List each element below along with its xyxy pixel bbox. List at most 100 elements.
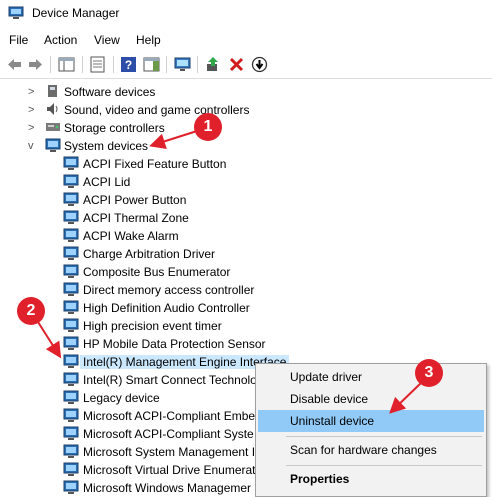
system-device-item[interactable]: Direct memory access controller [0,281,492,299]
menu-item-label: Properties [290,472,350,486]
annotation-badge-2: 2 [17,297,45,325]
speaker-icon [47,103,58,115]
enable-device-icon[interactable] [251,56,268,73]
system-device-label: Microsoft ACPI-Compliant Syste [83,427,254,441]
system-device-label: HP Mobile Data Protection Sensor [83,337,266,351]
system-device-item[interactable]: High precision event timer [0,317,492,335]
system-device-label: ACPI Thermal Zone [83,211,189,225]
system-device-icon [63,354,79,368]
menu-action[interactable]: Action [44,33,77,47]
tree-category-label: Software devices [64,85,156,99]
system-device-icon [63,282,79,296]
system-device-icon [63,318,79,332]
system-device-icon [63,426,79,440]
context-menu: Update driver Disable device Uninstall d… [255,363,487,497]
system-device-label: Microsoft System Management I [83,445,256,459]
system-device-icon [63,174,79,188]
system-device-icon [63,156,79,170]
system-device-icon [63,480,79,494]
system-device-label: Legacy device [83,391,160,405]
update-driver-icon[interactable] [205,56,222,73]
system-device-label: ACPI Fixed Feature Button [83,157,227,171]
system-device-label: Microsoft ACPI-Compliant Embe [83,409,256,423]
system-device-item[interactable]: Composite Bus Enumerator [0,263,492,281]
menu-view[interactable]: View [94,33,120,47]
tree-category-label: Sound, video and game controllers [64,103,250,117]
system-device-label: High precision event timer [83,319,222,333]
expand-chevron-icon[interactable]: > [28,104,38,116]
system-device-label: ACPI Lid [83,175,131,189]
menu-item-properties[interactable]: Properties [258,468,484,490]
system-device-item[interactable]: ACPI Thermal Zone [0,209,492,227]
tree-category-label: System devices [64,139,149,153]
system-device-icon [63,462,79,476]
action-pane-icon[interactable] [143,56,160,73]
tree-category-label: Storage controllers [64,121,165,135]
menu-separator [286,465,482,466]
system-device-label: Charge Arbitration Driver [83,247,216,261]
svg-text:?: ? [125,58,132,72]
title-bar: Device Manager [0,0,492,28]
help-icon[interactable]: ? [120,56,137,73]
system-device-icon [63,408,79,422]
system-device-label: ACPI Power Button [83,193,187,207]
annotation-badge-1: 1 [194,113,222,141]
system-device-icon [63,192,79,206]
menu-separator [286,436,482,437]
menu-item-label: Disable device [290,392,369,406]
expand-chevron-icon[interactable]: > [28,122,38,134]
system-device-item[interactable]: Charge Arbitration Driver [0,245,492,263]
system-device-label: Composite Bus Enumerator [83,265,231,279]
system-device-icon [63,390,79,404]
storage-controller-icon [46,123,60,131]
system-device-icon [63,210,79,224]
window-title: Device Manager [32,6,120,20]
menu-help[interactable]: Help [136,33,161,47]
system-device-icon [63,264,79,278]
system-device-item[interactable]: ACPI Power Button [0,191,492,209]
tree-category-software-devices[interactable]: > Software devices [0,83,492,101]
tree-category-system-devices[interactable]: v System devices [0,137,492,155]
system-device-icon [63,336,79,350]
system-device-icon [63,444,79,458]
expand-chevron-icon[interactable]: > [28,86,38,98]
system-device-item[interactable]: ACPI Fixed Feature Button [0,155,492,173]
back-arrow-icon[interactable] [6,56,23,73]
menu-file[interactable]: File [9,33,28,47]
system-device-icon [63,372,79,386]
menu-item-label: Uninstall device [290,414,375,428]
menu-bar: File Action View Help [0,29,492,51]
system-devices-icon [45,138,61,152]
menu-item-label: Scan for hardware changes [290,443,437,457]
toolbar: ? [0,51,492,79]
tree-category-storage-controllers[interactable]: > Storage controllers [0,119,492,137]
device-manager-icon [8,6,24,19]
tree-category-sound-video-game[interactable]: > Sound, video and game controllers [0,101,492,119]
system-device-item[interactable]: ACPI Lid [0,173,492,191]
system-device-label: ACPI Wake Alarm [83,229,179,243]
menu-item-label: Update driver [290,370,363,384]
forward-arrow-icon[interactable] [27,56,44,73]
show-hide-console-tree-icon[interactable] [58,56,75,73]
menu-item-scan-hardware[interactable]: Scan for hardware changes [258,439,484,461]
system-device-item[interactable]: High Definition Audio Controller [0,299,492,317]
menu-item-uninstall-device[interactable]: Uninstall device [258,410,484,432]
scan-hardware-monitor-icon[interactable] [174,56,191,73]
system-device-label: Direct memory access controller [83,283,255,297]
collapse-chevron-icon[interactable]: v [28,140,38,152]
system-device-label: Microsoft Windows Managemer [83,481,252,495]
menu-item-update-driver[interactable]: Update driver [258,366,484,388]
system-device-item[interactable]: ACPI Wake Alarm [0,227,492,245]
properties-sheet-icon[interactable] [89,56,106,73]
system-device-label: High Definition Audio Controller [83,301,250,315]
system-device-icon [63,228,79,242]
system-device-item[interactable]: HP Mobile Data Protection Sensor [0,335,492,353]
software-device-icon [48,85,57,97]
uninstall-x-icon[interactable] [228,56,245,73]
menu-item-disable-device[interactable]: Disable device [258,388,484,410]
system-device-icon [63,300,79,314]
annotation-badge-3: 3 [415,359,443,387]
system-device-label: Microsoft Virtual Drive Enumerat [83,463,256,477]
system-device-icon [63,246,79,260]
system-device-label: Intel(R) Smart Connect Technolo [83,373,257,387]
